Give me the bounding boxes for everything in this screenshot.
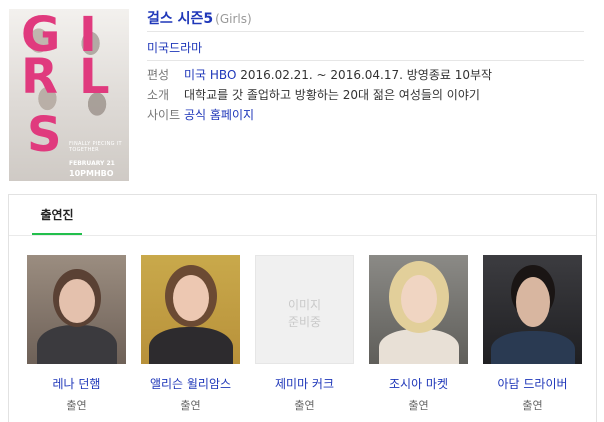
genre-link[interactable]: 미국드라마 <box>147 39 202 56</box>
actor-photo[interactable] <box>27 255 126 364</box>
original-title: (Girls) <box>215 12 252 26</box>
photo-figure <box>37 325 117 364</box>
poster-letter: R <box>21 49 58 105</box>
actor-photo[interactable] <box>369 255 468 364</box>
photo-face <box>516 277 550 327</box>
official-site-link[interactable]: 공식 홈페이지 <box>184 108 254 122</box>
cast-item[interactable]: 레나 던햄 출연 <box>27 255 126 413</box>
actor-role: 출연 <box>522 399 543 412</box>
actor-name[interactable]: 제미마 커크 <box>255 375 354 392</box>
cast-item[interactable]: 앨리슨 윌리암스 출연 <box>141 255 240 413</box>
actor-photo[interactable] <box>141 255 240 364</box>
poster-tagline: FINALLY PIECING IT TOGETHER <box>69 141 122 153</box>
poster-time: 10PMHBO <box>69 169 114 178</box>
info-row-site: 사이트 공식 홈페이지 <box>147 107 254 123</box>
photo-figure <box>491 331 575 364</box>
network-logo: HBO <box>93 169 114 178</box>
poster-date: FEBRUARY 21 <box>69 160 115 167</box>
divider <box>147 31 584 32</box>
tab-cast[interactable]: 출연진 <box>32 206 82 223</box>
info-row-synopsis: 소개 대학교를 갓 졸업하고 방황하는 20대 젊은 여성들의 이야기 <box>147 87 480 103</box>
schedule-value: 2016.02.21. ~ 2016.04.17. 방영종료 10부작 <box>240 68 493 82</box>
title-row: 걸스 시즌5 (Girls) <box>147 8 252 28</box>
photo-figure <box>379 329 459 364</box>
info-label: 편성 <box>147 68 170 82</box>
no-photo-text: 이미지 준비중 <box>287 298 322 329</box>
poster-letter: S <box>27 107 62 163</box>
show-title[interactable]: 걸스 시즌5 <box>147 11 213 27</box>
photo-face <box>401 275 437 323</box>
actor-name[interactable]: 아담 드라이버 <box>483 375 582 392</box>
actor-name[interactable]: 조시아 마켓 <box>369 375 468 392</box>
actor-role: 출연 <box>66 399 87 412</box>
cast-item[interactable]: 아담 드라이버 출연 <box>483 255 582 413</box>
actor-name[interactable]: 앨리슨 윌리암스 <box>141 375 240 392</box>
cast-item[interactable]: 이미지 준비중 제미마 커크 출연 <box>255 255 354 413</box>
synopsis-value: 대학교를 갓 졸업하고 방황하는 20대 젊은 여성들의 이야기 <box>184 88 480 102</box>
photo-face <box>173 275 209 321</box>
divider <box>9 235 596 236</box>
poster-letter: L <box>79 49 110 105</box>
divider <box>147 60 584 61</box>
info-label: 소개 <box>147 88 170 102</box>
actor-name[interactable]: 레나 던햄 <box>27 375 126 392</box>
actor-role: 출연 <box>408 399 429 412</box>
actor-photo[interactable] <box>483 255 582 364</box>
actor-photo-placeholder[interactable]: 이미지 준비중 <box>255 255 354 364</box>
cast-section: 출연진 레나 던햄 출연 앨리슨 윌리암스 출연 이미지 준비중 제미마 커크 … <box>8 194 597 422</box>
actor-role: 출연 <box>180 399 201 412</box>
info-label: 사이트 <box>147 108 181 122</box>
actor-role: 출연 <box>294 399 315 412</box>
info-row-schedule: 편성 미국 HBO 2016.02.21. ~ 2016.04.17. 방영종료 … <box>147 67 492 83</box>
network-link[interactable]: 미국 HBO <box>184 68 236 82</box>
photo-figure <box>149 327 233 364</box>
cast-item[interactable]: 조시아 마켓 출연 <box>369 255 468 413</box>
show-poster[interactable]: G I R L S FINALLY PIECING IT TOGETHER FE… <box>9 9 129 181</box>
photo-face <box>59 279 95 323</box>
